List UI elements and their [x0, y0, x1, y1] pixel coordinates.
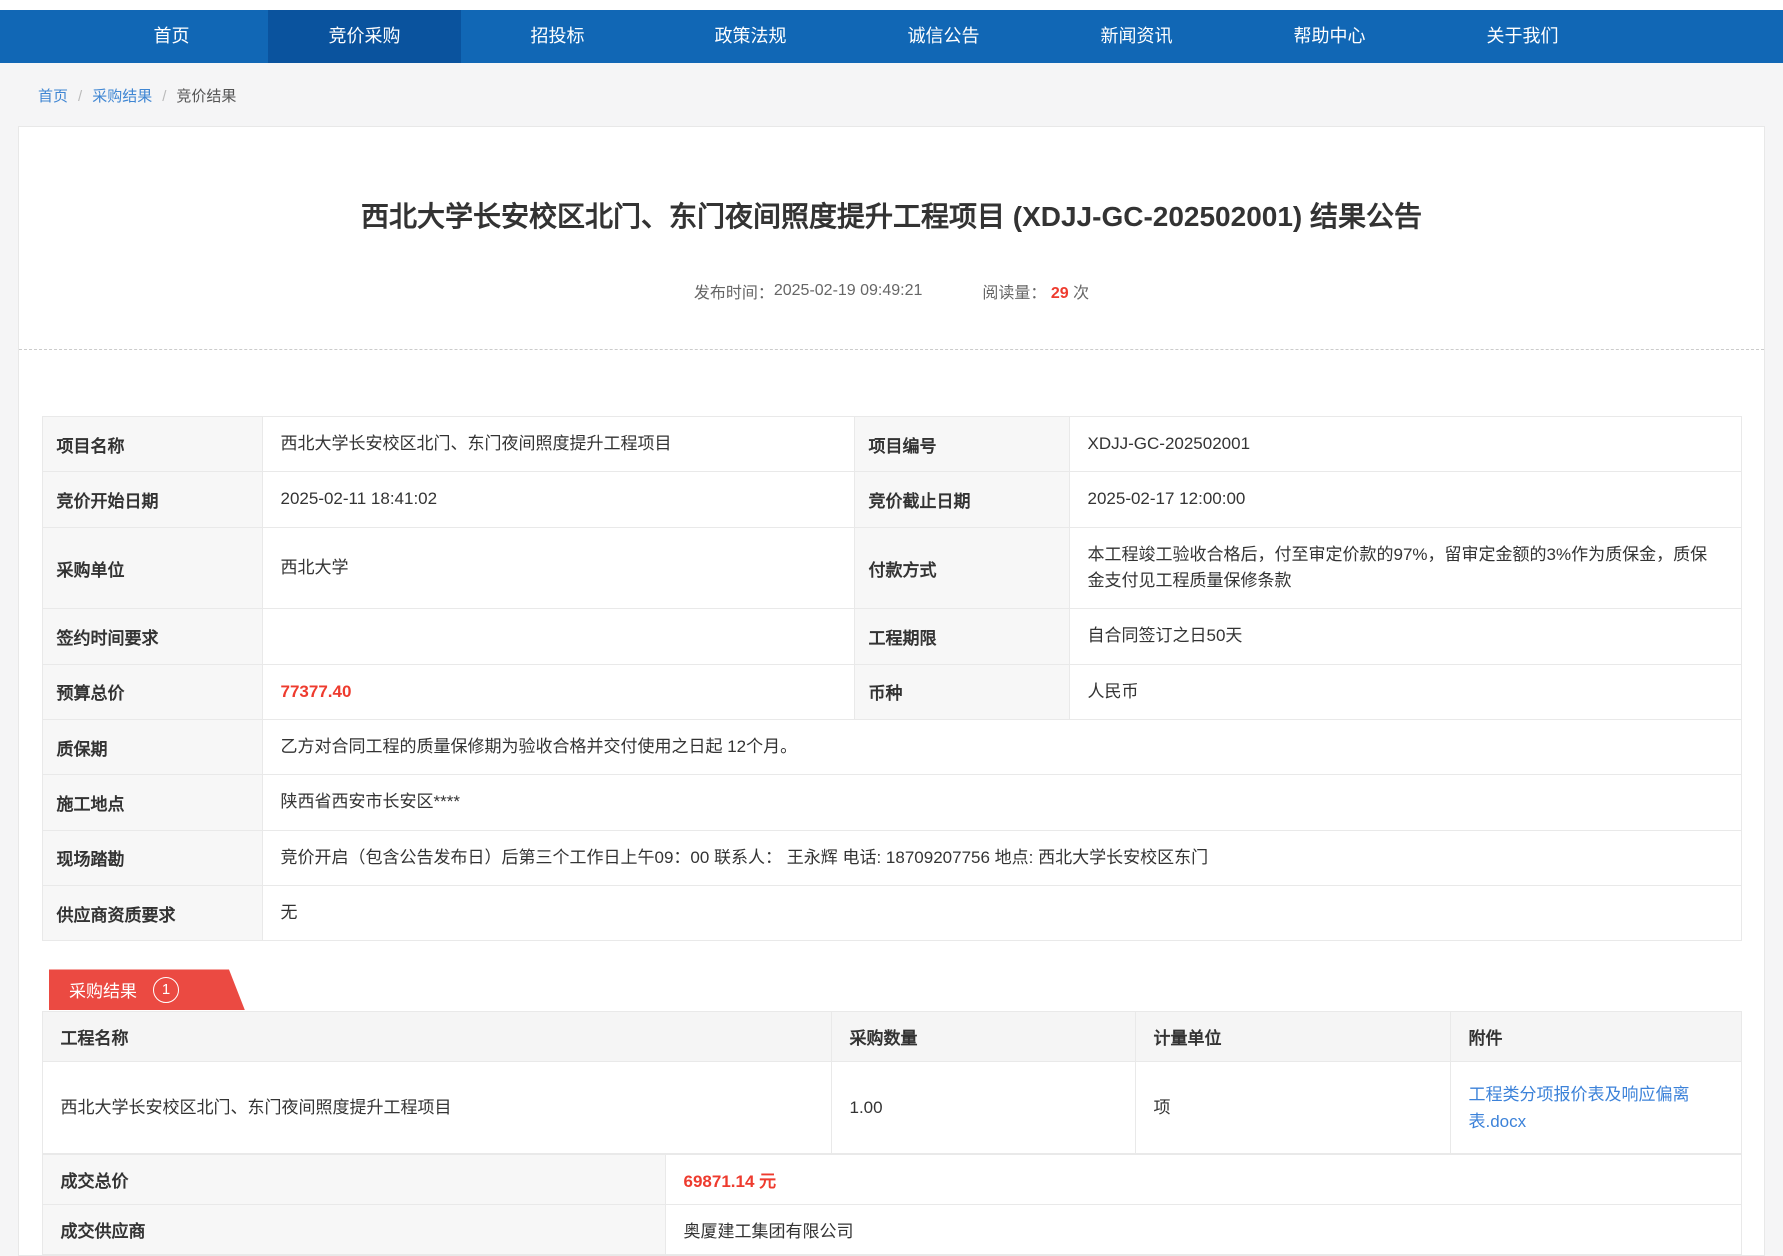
nav-item-news[interactable]: 新闻资讯	[1040, 10, 1233, 63]
table-row: 施工地点 陕西省西安市长安区****	[42, 775, 1741, 830]
publish-info-row: 发布时间： 2025-02-19 09:49:21 阅读量： 29 次	[19, 279, 1764, 303]
purchase-result-table: 工程名称 采购数量 计量单位 附件 西北大学长安校区北门、东门夜间照度提升工程项…	[42, 1011, 1742, 1154]
nav-item-about-us[interactable]: 关于我们	[1426, 10, 1619, 63]
payment-value: 本工程竣工验收合格后，付至审定价款的97%，留审定金额的3%作为质保金，质保金支…	[1069, 527, 1741, 609]
result-quantity: 1.00	[831, 1062, 1135, 1154]
nav-item-tender[interactable]: 招投标	[461, 10, 654, 63]
supplier-row: 成交供应商 奥厦建工集团有限公司	[42, 1205, 1741, 1255]
start-date-label: 竞价开始日期	[42, 472, 262, 527]
total-price-value: 69871.14 元	[665, 1155, 1741, 1205]
supplier-value: 奥厦建工集团有限公司	[665, 1205, 1741, 1255]
breadcrumb-separator: /	[78, 88, 82, 105]
table-row: 现场踏勘 竞价开启（包含公告发布日）后第三个工作日上午09：00 联系人： 王永…	[42, 830, 1741, 885]
result-number-badge: 1	[153, 977, 179, 1003]
result-project-name: 西北大学长安校区北门、东门夜间照度提升工程项目	[42, 1062, 831, 1154]
result-header-unit: 计量单位	[1135, 1012, 1450, 1062]
main-navigation: 首页 竞价采购 招投标 政策法规 诚信公告 新闻资讯 帮助中心 关于我们	[0, 10, 1783, 63]
breadcrumb-link-home[interactable]: 首页	[38, 88, 68, 105]
site-visit-value: 竞价开启（包含公告发布日）后第三个工作日上午09：00 联系人： 王永辉 电话:…	[262, 830, 1741, 885]
location-value: 陕西省西安市长安区****	[262, 775, 1741, 830]
project-info-table: 项目名称 西北大学长安校区北门、东门夜间照度提升工程项目 项目编号 XDJJ-G…	[42, 416, 1742, 941]
purchase-result-tag: 采购结果 1	[49, 969, 245, 1010]
end-date-label: 竞价截止日期	[854, 472, 1069, 527]
result-header-name: 工程名称	[42, 1012, 831, 1062]
warranty-label: 质保期	[42, 720, 262, 775]
publish-time-label: 发布时间：	[694, 279, 774, 303]
project-name-value: 西北大学长安校区北门、东门夜间照度提升工程项目	[262, 417, 854, 472]
breadcrumb-link-purchase-results[interactable]: 采购结果	[92, 88, 152, 105]
nav-item-policies[interactable]: 政策法规	[654, 10, 847, 63]
result-attachment-cell: 工程类分项报价表及响应偏离表.docx	[1450, 1062, 1741, 1154]
announcement-card: 西北大学长安校区北门、东门夜间照度提升工程项目 (XDJJ-GC-2025020…	[18, 126, 1765, 1256]
breadcrumb: 首页 / 采购结果 / 竞价结果	[0, 63, 1783, 126]
location-label: 施工地点	[42, 775, 262, 830]
qualification-value: 无	[262, 886, 1741, 941]
attachment-link[interactable]: 工程类分项报价表及响应偏离表.docx	[1469, 1085, 1690, 1131]
result-data-row: 西北大学长安校区北门、东门夜间照度提升工程项目 1.00 项 工程类分项报价表及…	[42, 1062, 1741, 1154]
views-unit: 次	[1073, 285, 1089, 302]
nav-item-help-center[interactable]: 帮助中心	[1233, 10, 1426, 63]
top-strip	[0, 0, 1783, 10]
table-row: 预算总价 77377.40 币种 人民币	[42, 664, 1741, 719]
qualification-label: 供应商资质要求	[42, 886, 262, 941]
nav-item-bidding-purchase[interactable]: 竞价采购	[268, 10, 461, 63]
budget-label: 预算总价	[42, 664, 262, 719]
currency-value: 人民币	[1069, 664, 1741, 719]
end-date-value: 2025-02-17 12:00:00	[1069, 472, 1741, 527]
warranty-value: 乙方对合同工程的质量保修期为验收合格并交付使用之日起 12个月。	[262, 720, 1741, 775]
result-summary-table: 成交总价 69871.14 元 成交供应商 奥厦建工集团有限公司	[42, 1154, 1742, 1255]
result-header-attachment: 附件	[1450, 1012, 1741, 1062]
total-price-unit: 元	[759, 1172, 776, 1191]
table-row: 供应商资质要求 无	[42, 886, 1741, 941]
purchaser-label: 采购单位	[42, 527, 262, 609]
sign-time-value	[262, 609, 854, 664]
publish-time-value: 2025-02-19 09:49:21	[774, 282, 923, 300]
table-row: 签约时间要求 工程期限 自合同签订之日50天	[42, 609, 1741, 664]
sign-time-label: 签约时间要求	[42, 609, 262, 664]
project-code-label: 项目编号	[854, 417, 1069, 472]
project-name-label: 项目名称	[42, 417, 262, 472]
payment-label: 付款方式	[854, 527, 1069, 609]
purchaser-value: 西北大学	[262, 527, 854, 609]
views-count: 29	[1051, 285, 1069, 302]
result-header-row: 工程名称 采购数量 计量单位 附件	[42, 1012, 1741, 1062]
views-label: 阅读量：	[982, 285, 1046, 302]
purchase-result-tag-label: 采购结果	[69, 977, 137, 1002]
result-unit: 项	[1135, 1062, 1450, 1154]
nav-item-integrity-notice[interactable]: 诚信公告	[847, 10, 1040, 63]
table-row: 质保期 乙方对合同工程的质量保修期为验收合格并交付使用之日起 12个月。	[42, 720, 1741, 775]
breadcrumb-separator: /	[162, 88, 166, 105]
currency-label: 币种	[854, 664, 1069, 719]
breadcrumb-current: 竞价结果	[176, 88, 236, 105]
supplier-label: 成交供应商	[42, 1205, 665, 1255]
start-date-value: 2025-02-11 18:41:02	[262, 472, 854, 527]
budget-value: 77377.40	[262, 664, 854, 719]
total-price-label: 成交总价	[42, 1155, 665, 1205]
duration-label: 工程期限	[854, 609, 1069, 664]
title-body-divider	[19, 349, 1764, 350]
total-price-row: 成交总价 69871.14 元	[42, 1155, 1741, 1205]
nav-item-home[interactable]: 首页	[75, 10, 268, 63]
table-row: 竞价开始日期 2025-02-11 18:41:02 竞价截止日期 2025-0…	[42, 472, 1741, 527]
result-header-quantity: 采购数量	[831, 1012, 1135, 1062]
site-visit-label: 现场踏勘	[42, 830, 262, 885]
project-code-value: XDJJ-GC-202502001	[1069, 417, 1741, 472]
duration-value: 自合同签订之日50天	[1069, 609, 1741, 664]
table-row: 项目名称 西北大学长安校区北门、东门夜间照度提升工程项目 项目编号 XDJJ-G…	[42, 417, 1741, 472]
page-title: 西北大学长安校区北门、东门夜间照度提升工程项目 (XDJJ-GC-2025020…	[19, 195, 1764, 235]
table-row: 采购单位 西北大学 付款方式 本工程竣工验收合格后，付至审定价款的97%，留审定…	[42, 527, 1741, 609]
